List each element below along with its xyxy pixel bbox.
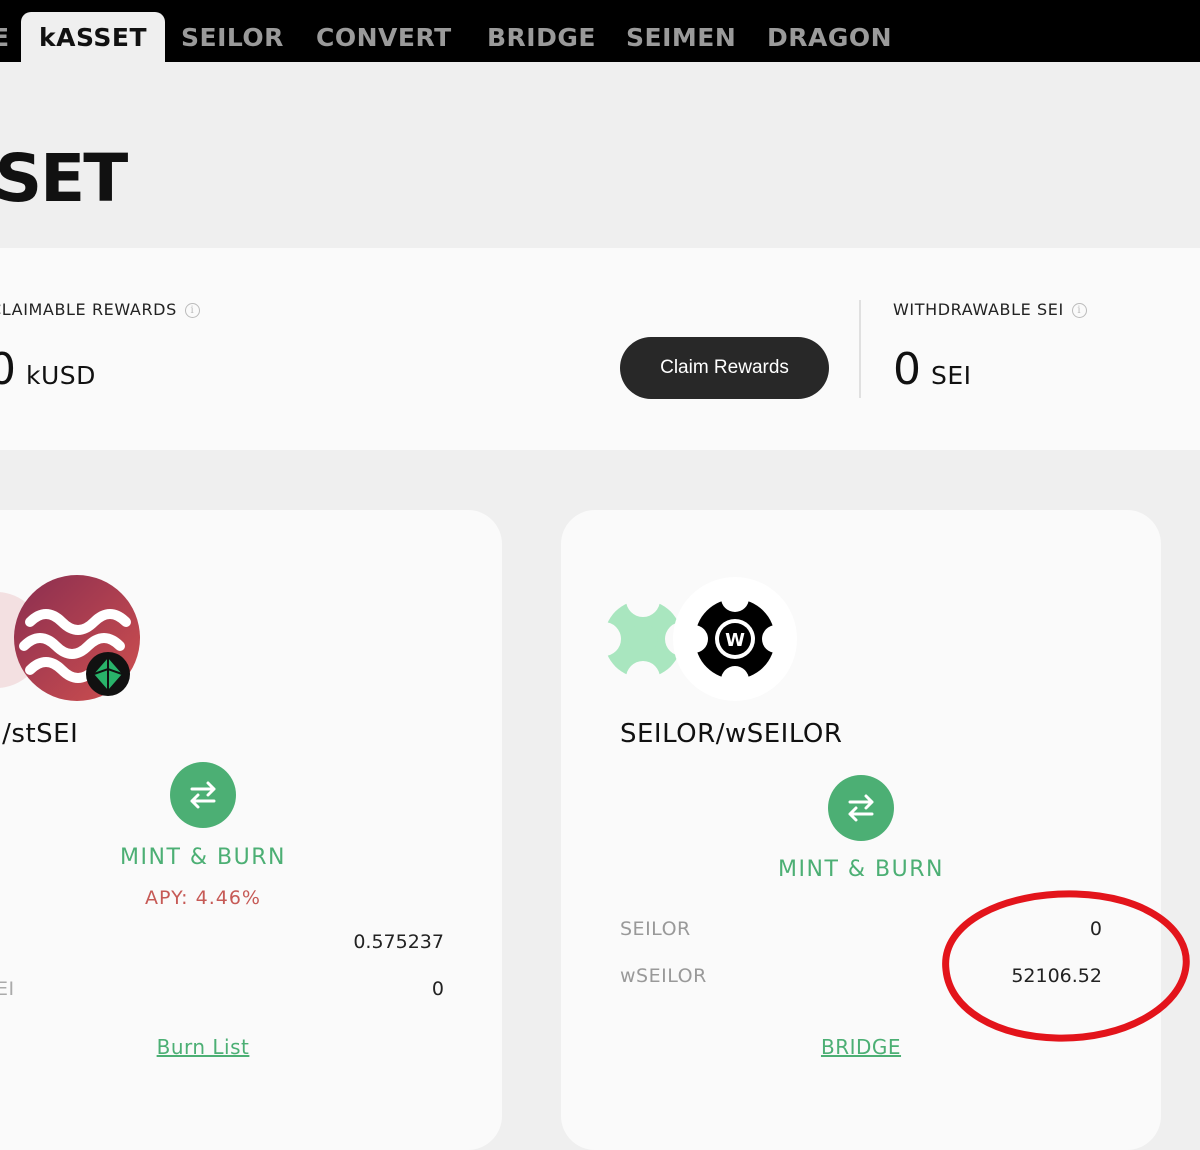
bridge-link[interactable]: BRIDGE [821, 1035, 901, 1059]
seilor-row-label: SEILOR [620, 918, 691, 940]
wseilor-row-label: wSEILOR [620, 965, 707, 987]
nav-tab-partial[interactable]: E [0, 22, 10, 54]
stsei-token-icon [0, 570, 150, 710]
swap-arrows-icon [848, 794, 874, 822]
top-nav: E kASSET SEILOR CONVERT BRIDGE SEIMEN DR… [0, 0, 1200, 62]
burn-list-link[interactable]: Burn List [157, 1035, 250, 1059]
stsei-row-label-2: EI [0, 978, 15, 1000]
mint-burn-swap-button-left[interactable] [170, 762, 236, 828]
pair-name-wseilor: SEILOR/wSEILOR [620, 719, 843, 749]
divider [859, 300, 861, 398]
mint-burn-label-left[interactable]: MINT & BURN [120, 845, 286, 870]
nav-tab-bridge[interactable]: BRIDGE [487, 22, 596, 54]
info-icon[interactable]: i [184, 303, 200, 318]
info-icon[interactable]: i [1071, 303, 1087, 318]
pair-name-stsei: I/stSEI [0, 719, 79, 749]
mint-burn-label-right[interactable]: MINT & BURN [778, 857, 944, 882]
nav-tab-convert[interactable]: CONVERT [316, 22, 452, 54]
nav-tab-dragon[interactable]: DRAGON [767, 22, 892, 54]
claimable-rewards-label: CLAIMABLE REWARDS i [0, 300, 200, 319]
apy-label: APY: 4.46% [145, 887, 261, 909]
mint-burn-swap-button-right[interactable] [828, 775, 894, 841]
stsei-row-value-1: 0.575237 [353, 931, 444, 953]
wseilor-token-icon: W [672, 576, 798, 702]
withdrawable-sei-value: 0 SEI [893, 344, 972, 395]
claimable-rewards-value: 0 kUSD [0, 344, 96, 395]
w-badge: W [725, 630, 745, 651]
claim-rewards-button[interactable]: Claim Rewards [620, 337, 829, 399]
stsei-row-value-2: 0 [431, 978, 444, 1000]
nav-tab-seimen[interactable]: SEIMEN [626, 22, 736, 54]
rewards-panel: CLAIMABLE REWARDS i 0 kUSD Claim Rewards W… [0, 248, 1200, 450]
red-annotation-circle [942, 890, 1190, 1042]
withdrawable-sei-label: WITHDRAWABLE SEI i [893, 300, 1087, 319]
page-title: SSET [0, 140, 128, 217]
swap-arrows-icon [190, 781, 216, 809]
nav-tab-seilor[interactable]: SEILOR [181, 22, 284, 54]
nav-tab-kasset[interactable]: kASSET [21, 12, 165, 62]
